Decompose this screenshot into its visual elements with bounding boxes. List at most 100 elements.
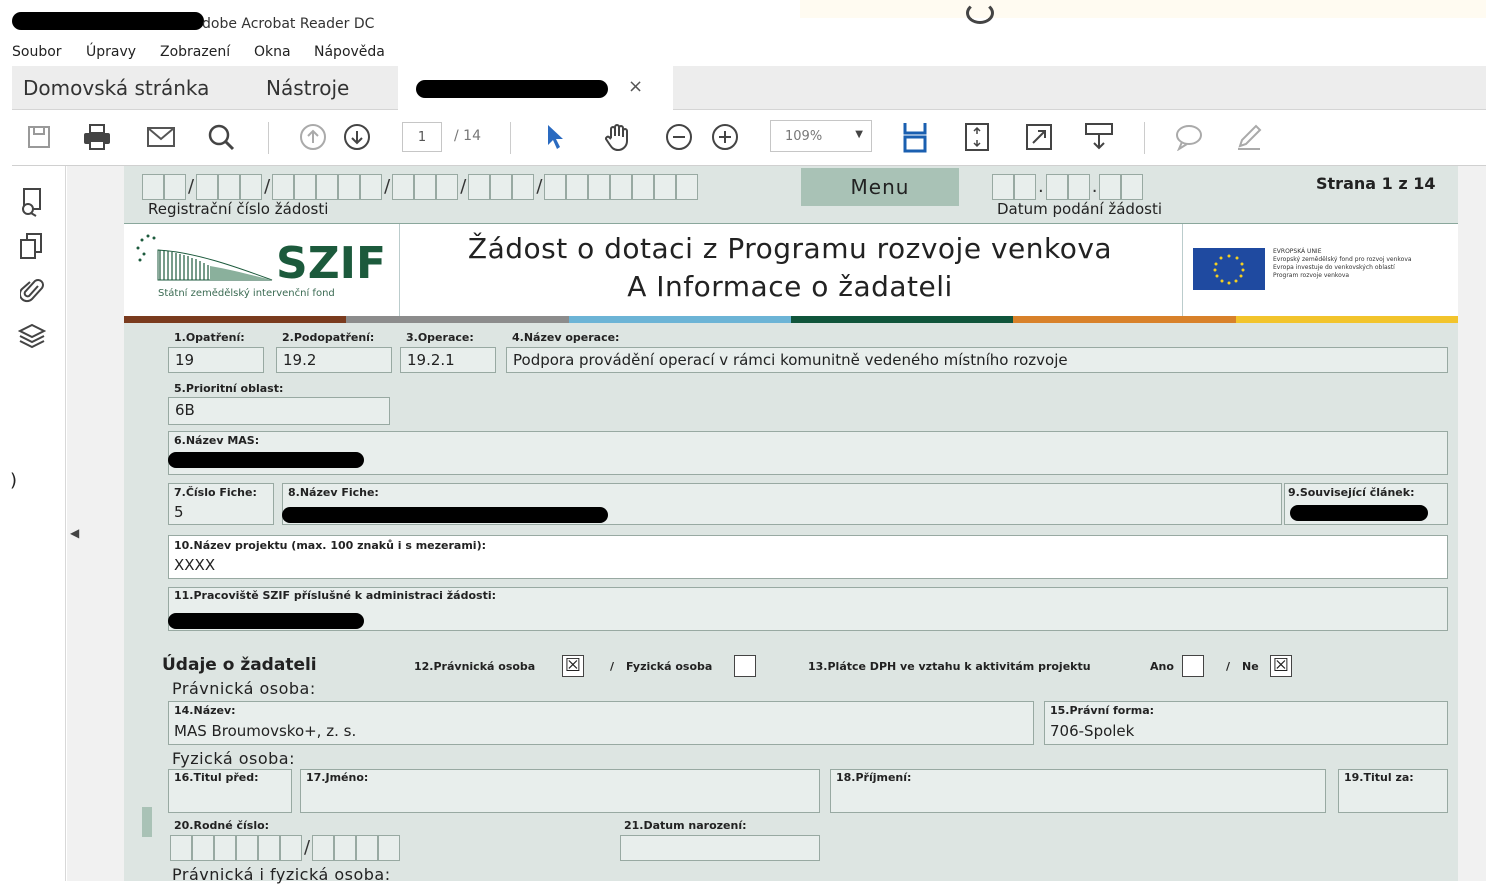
eu-text: EVROPSKÁ UNIE Evropský zemědělský fond p… [1273, 248, 1453, 280]
page-number-input[interactable]: 1 [402, 122, 442, 152]
field-17-box[interactable] [300, 769, 820, 813]
page-header: / / / / / Registrační číslo žádosti Menu… [124, 166, 1458, 224]
submission-date-field[interactable]: . . [992, 174, 1144, 200]
field-15-label: 15.Právní forma: [1050, 704, 1155, 717]
stripe-segment [790, 316, 1014, 323]
field-21-label: 21.Datum narození: [624, 819, 747, 832]
birth-number-field[interactable]: / [170, 835, 401, 861]
menu-okna[interactable]: Okna [254, 44, 291, 60]
field-20-label: 20.Rodné číslo: [174, 819, 270, 832]
stripe-segment [568, 316, 791, 323]
field-2-label: 2.Podopatření: [282, 331, 375, 344]
mail-icon[interactable] [146, 122, 176, 152]
eu-logo: EVROPSKÁ UNIE Evropský zemědělský fond p… [1182, 224, 1458, 316]
field-6-label: 6.Název MAS: [174, 434, 260, 447]
menu-soubor[interactable]: Soubor [12, 44, 62, 60]
title-bar: dobe Acrobat Reader DC [0, 0, 1486, 40]
redacted-tab-title [416, 80, 608, 98]
field-19-label: 19.Titul za: [1344, 771, 1414, 784]
scroll-mode-icon[interactable] [900, 122, 930, 153]
comment-icon[interactable] [1174, 122, 1204, 152]
vat-no-label: Ne [1242, 660, 1259, 673]
field-17-label: 17.Jméno: [306, 771, 369, 784]
window-title: dobe Acrobat Reader DC [202, 16, 375, 32]
field-11-label: 11.Pracoviště SZIF příslušné k administr… [174, 589, 497, 602]
zoom-out-icon[interactable] [664, 122, 694, 152]
sign-icon[interactable] [1234, 122, 1264, 152]
toolbar: 1 / 14 109% ▼ [12, 110, 1486, 166]
physical-person-checkbox[interactable] [734, 655, 756, 677]
field-2-input[interactable]: 19.2 [276, 347, 392, 373]
panel-divider-mark: ) [10, 470, 18, 491]
field-7-value: 5 [174, 503, 184, 521]
field-10-value: XXXX [174, 556, 216, 574]
redacted-related-article [1290, 505, 1428, 521]
field-3-label: 3.Operace: [406, 331, 474, 344]
copy-pages-icon[interactable] [16, 230, 48, 262]
vat-yes-checkbox[interactable] [1182, 655, 1204, 677]
eu-text-4: Program rozvoje venkova [1273, 272, 1350, 279]
zoom-select[interactable]: 109% ▼ [770, 120, 872, 152]
physical-person-label: Fyzická osoba [626, 660, 713, 673]
logo-band: SZIF Státní zemědělský intervenční fond … [124, 224, 1458, 316]
field-4-label: 4.Název operace: [512, 331, 620, 344]
stripe-segment [346, 316, 569, 323]
field-1-input[interactable]: 19 [168, 347, 264, 373]
menu-button[interactable]: Menu [801, 168, 959, 206]
field-1-label: 1.Opatření: [174, 331, 245, 344]
fullscreen-icon[interactable] [1024, 122, 1054, 152]
redacted-szif-office [168, 613, 364, 629]
section-marker [142, 807, 152, 837]
registration-number-label: Registrační číslo žádosti [148, 200, 329, 218]
tab-document[interactable]: × [398, 66, 673, 110]
szif-wordmark: SZIF [276, 238, 387, 289]
page-thumbnails-icon[interactable] [16, 186, 48, 218]
field-13-separator: / [1226, 660, 1231, 673]
print-icon[interactable] [82, 122, 112, 152]
field-4-input[interactable]: Podpora provádění operací v rámci komuni… [506, 347, 1448, 373]
form-title-line1: Žádost o dotaci z Programu rozvoje venko… [467, 232, 1113, 265]
read-mode-icon[interactable] [1084, 122, 1114, 152]
field-14-value: MAS Broumovsko+, z. s. [174, 722, 357, 740]
save-icon[interactable] [24, 122, 54, 152]
registration-number-field[interactable]: / / / / / [142, 174, 699, 200]
field-18-label: 18.Příjmení: [836, 771, 912, 784]
tab-tools[interactable]: Nástroje [266, 76, 349, 100]
vat-yes-label: Ano [1150, 660, 1174, 673]
page-up-icon[interactable] [298, 122, 328, 152]
close-icon[interactable]: × [628, 76, 643, 97]
menu-upravy[interactable]: Úpravy [86, 44, 136, 60]
birth-date-field[interactable] [620, 835, 820, 861]
page-total: / 14 [454, 128, 481, 144]
select-cursor-icon[interactable] [540, 122, 570, 152]
vat-no-checkbox[interactable]: ☒ [1270, 655, 1292, 677]
menu-napoveda[interactable]: Nápověda [314, 44, 385, 60]
eu-text-1: EVROPSKÁ UNIE [1273, 248, 1322, 255]
field-12-label: 12.Právnická osoba [414, 660, 536, 673]
field-7-label: 7.Číslo Fiche: [174, 486, 257, 499]
search-icon[interactable] [206, 122, 236, 152]
field-5-label: 5.Prioritní oblast: [174, 382, 284, 395]
tab-home[interactable]: Domovská stránka [23, 76, 209, 100]
form-title: Žádost o dotaci z Programu rozvoje venko… [400, 230, 1180, 306]
fit-page-icon[interactable] [962, 122, 992, 152]
zoom-value: 109% [785, 129, 823, 144]
szif-subtitle: Státní zemědělský intervenční fond [158, 288, 335, 299]
eu-flag-icon [1193, 248, 1265, 290]
menu-zobrazeni[interactable]: Zobrazení [160, 44, 230, 60]
szif-emblem-icon [136, 234, 273, 281]
field-3-input[interactable]: 19.2.1 [400, 347, 496, 373]
field-5-input[interactable]: 6B [168, 397, 390, 425]
collapse-panel-icon[interactable]: ◀ [70, 526, 79, 540]
attachment-icon[interactable] [16, 274, 48, 306]
field-12-separator: / [610, 660, 615, 673]
birth-number-separator: / [304, 837, 311, 858]
szif-logo: SZIF Státní zemědělský intervenční fond [124, 224, 400, 316]
zoom-in-icon[interactable] [710, 122, 740, 152]
hand-icon[interactable] [602, 122, 632, 152]
redacted-title [12, 12, 204, 30]
legal-person-checkbox[interactable]: ☒ [562, 655, 584, 677]
page-down-icon[interactable] [342, 122, 372, 152]
submission-date-label: Datum podání žádosti [997, 200, 1162, 218]
layers-icon[interactable] [16, 320, 48, 352]
